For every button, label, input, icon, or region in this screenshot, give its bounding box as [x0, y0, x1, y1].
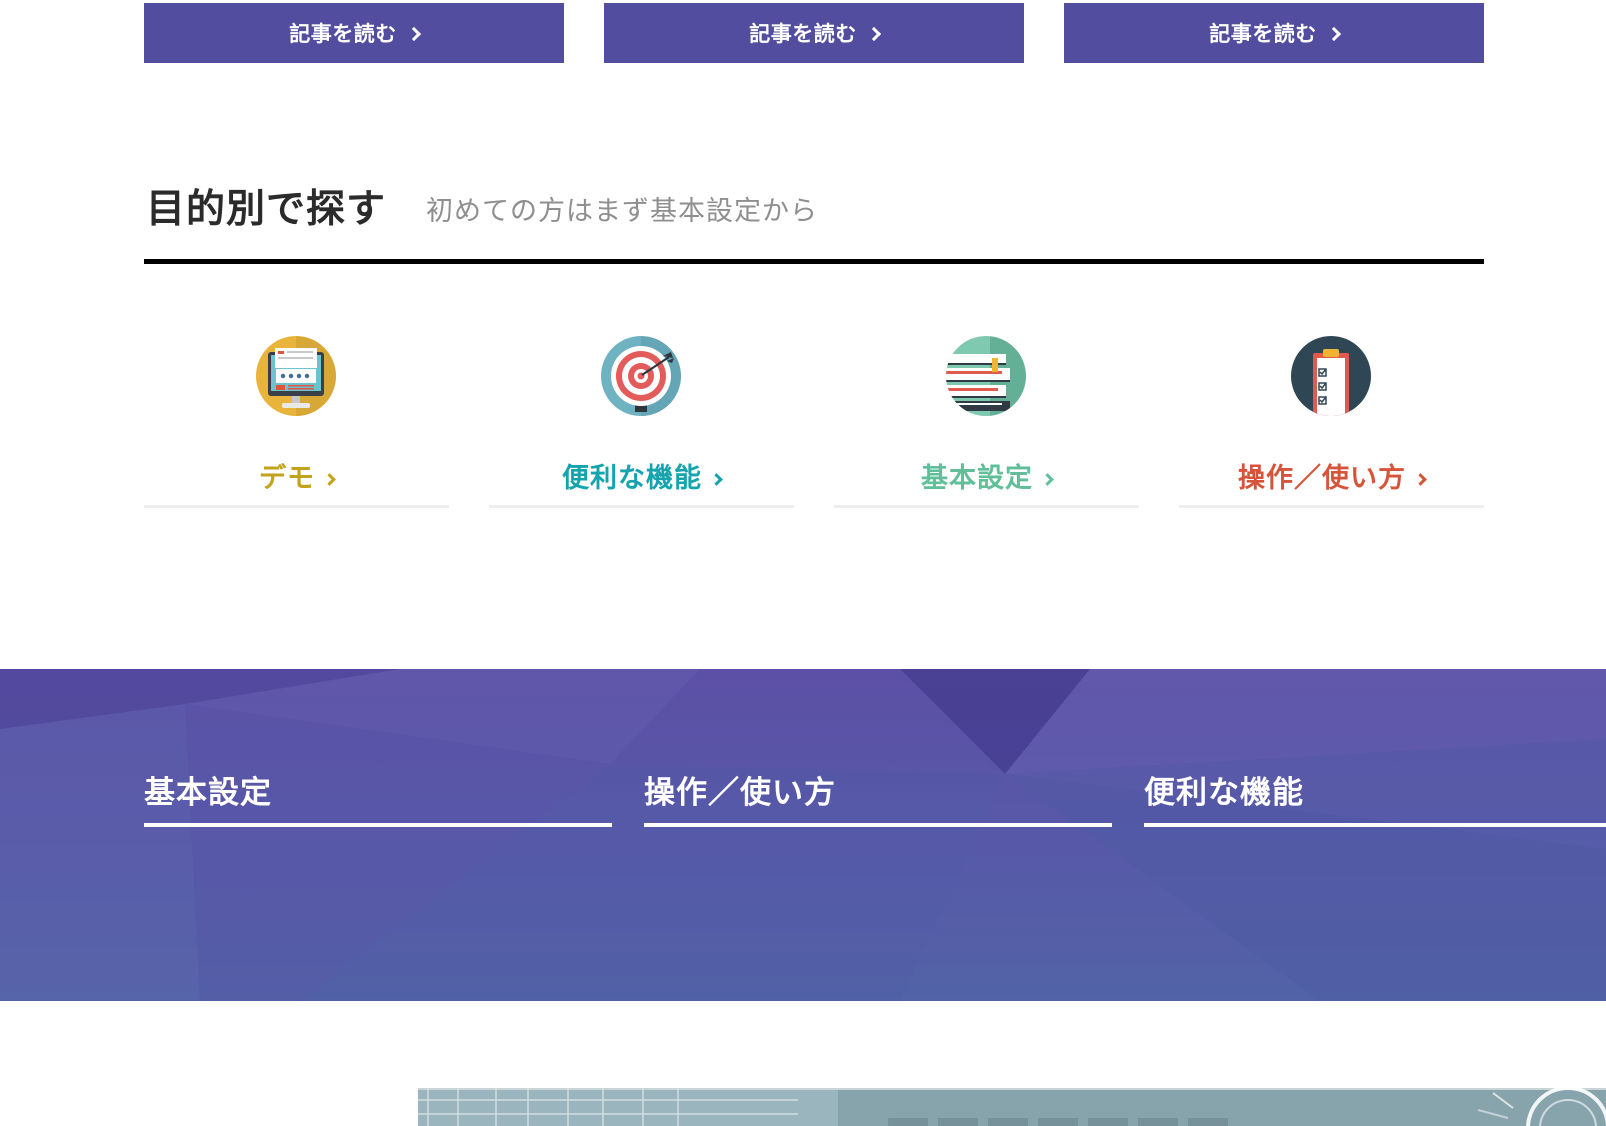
category-label: 便利な機能: [489, 456, 794, 495]
read-article-button-1[interactable]: 記事を読む: [144, 3, 564, 63]
category-useful-features[interactable]: 便利な機能: [489, 336, 794, 508]
chevron-right-icon: [406, 26, 421, 41]
read-article-button-3[interactable]: 記事を読む: [1064, 3, 1484, 63]
band-column-title: 操作／使い方: [644, 775, 836, 811]
clipboard-icon: [1291, 336, 1371, 416]
category-demo[interactable]: デモ: [144, 336, 449, 508]
band-column-basic-settings[interactable]: 基本設定: [144, 767, 612, 827]
section-header: 目的別で探す 初めての方はまず基本設定から: [144, 172, 1484, 264]
category-label: 基本設定: [834, 456, 1139, 495]
category-label: デモ: [144, 456, 449, 495]
read-article-label: 記事を読む: [749, 22, 857, 46]
category-grid: デモ 便利な機能 基本設定 操作／使い方: [144, 336, 1484, 508]
band-background-pattern: [0, 669, 1606, 1001]
band-column-title: 便利な機能: [1144, 775, 1304, 811]
section-subtitle: 初めての方はまず基本設定から: [426, 196, 818, 227]
books-icon: [946, 336, 1026, 416]
chevron-right-icon: [1326, 26, 1341, 41]
category-how-to-use[interactable]: 操作／使い方: [1179, 336, 1484, 508]
read-article-label: 記事を読む: [1209, 22, 1317, 46]
band-column-how-to-use[interactable]: 操作／使い方: [644, 767, 1112, 827]
banner-image[interactable]: [418, 1088, 1606, 1126]
chevron-right-icon: [1414, 473, 1427, 486]
chevron-right-icon: [866, 26, 881, 41]
read-buttons-row: 記事を読む 記事を読む 記事を読む: [144, 3, 1484, 63]
chevron-right-icon: [710, 473, 723, 486]
chevron-right-icon: [1041, 473, 1054, 486]
band-column-useful-features[interactable]: 便利な機能: [1144, 767, 1606, 827]
read-article-label: 記事を読む: [289, 22, 397, 46]
read-article-button-2[interactable]: 記事を読む: [604, 3, 1024, 63]
category-label: 操作／使い方: [1179, 456, 1484, 495]
chevron-right-icon: [323, 473, 336, 486]
banner-image-graphic: [418, 1088, 1606, 1126]
target-icon: [601, 336, 681, 416]
section-title: 目的別で探す: [146, 187, 387, 232]
category-basic-settings[interactable]: 基本設定: [834, 336, 1139, 508]
category-links-band: 基本設定 操作／使い方 便利な機能: [0, 669, 1606, 1001]
monitor-icon: [256, 336, 336, 416]
band-column-title: 基本設定: [144, 775, 272, 811]
